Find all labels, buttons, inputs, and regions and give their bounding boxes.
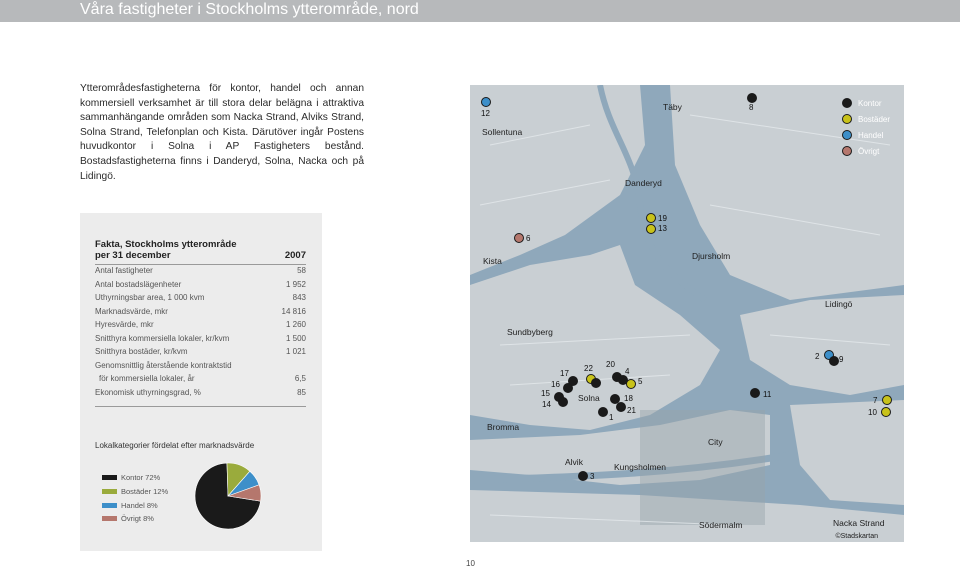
marker-kontor[interactable] [750,388,760,398]
legend-swatch [102,516,117,521]
place-danderyd: Danderyd [625,178,662,188]
legend-swatch [102,475,117,480]
legend-item-bostader: Bostäder 12% [102,487,168,496]
marker-label: 20 [606,360,615,369]
map-credit: ©Stadskartan [835,532,878,540]
marker-label: 11 [763,390,772,399]
place-sollentuna: Sollentuna [482,127,523,137]
fact-year: 2007 [284,250,306,261]
marker-ovrigt[interactable] [514,233,524,243]
place-kista: Kista [483,256,502,266]
marker-kontor[interactable] [829,356,839,366]
marker-label: 16 [551,380,560,389]
legend-item-kontor: Kontor 72% [102,473,160,482]
legend-swatch [102,503,117,508]
place-city: City [708,437,723,447]
fact-row: Hyresvärde, mkr 1 260 [95,320,306,329]
fact-heading-line1: Fakta, Stockholms ytterområde [95,239,237,250]
marker-label: 2 [815,352,820,361]
marker-label: 22 [584,364,593,373]
marker-bostader[interactable] [626,379,636,389]
marker-label: 7 [873,396,878,405]
fact-row: Antal bostadslägenheter 1 952 [95,280,306,289]
marker-kontor[interactable] [591,378,601,388]
place-nacka-strand: Nacka Strand [833,518,885,528]
marker-kontor[interactable] [616,402,626,412]
page-title: Våra fastigheter i Stockholms ytterområd… [80,1,419,18]
map-background: ©Stadskartan [470,85,904,542]
fact-rule-bottom [95,406,306,407]
intro-text: Ytterområdesfastigheterna för kontor, ha… [80,83,364,182]
category-pie-chart [194,462,262,530]
category-chart-title: Lokalkategorier fördelat efter marknadsv… [95,441,255,450]
marker-label: 21 [627,406,636,415]
marker-kontor[interactable] [598,407,608,417]
map-legend-ovrigt: Övrigt [842,143,890,159]
marker-label: 19 [658,214,667,223]
marker-label: 8 [749,103,754,112]
fact-row: Antal fastigheter 58 [95,266,306,275]
page-number: 10 [466,559,475,568]
marker-label: 17 [560,369,569,378]
place-alvik: Alvik [565,457,583,467]
fact-rule-top [95,264,306,265]
fact-row: Snitthyra bostäder, kr/kvm 1 021 [95,347,306,356]
marker-bostader[interactable] [646,213,656,223]
marker-label: 5 [638,377,643,386]
fact-row: Genomsnittlig återstående kontraktstid [95,361,232,370]
marker-kontor[interactable] [558,397,568,407]
legend-swatch [102,489,117,494]
marker-label: 13 [658,224,667,233]
map-legend-kontor: Kontor [842,95,890,111]
marker-kontor[interactable] [578,471,588,481]
marker-label: 6 [526,234,531,243]
title-bar: Våra fastigheter i Stockholms ytterområd… [0,0,960,22]
marker-label: 14 [542,400,551,409]
marker-label: 15 [541,389,550,398]
marker-handel[interactable] [481,97,491,107]
place-sodermalm: Södermalm [699,520,743,530]
map-legend-handel: Handel [842,127,890,143]
marker-label: 12 [481,109,490,118]
dot-kontor [842,98,852,108]
marker-kontor[interactable] [563,383,573,393]
marker-label: 4 [625,367,630,376]
place-kungsholmen: Kungsholmen [614,462,666,472]
dot-ovrigt [842,146,852,156]
property-map: ©Stadskartan Kontor Bostäder Handel Övri… [470,85,904,542]
map-legend-bostader: Bostäder [842,111,890,127]
marker-bostader[interactable] [882,395,892,405]
place-sundbyberg: Sundbyberg [507,327,553,337]
fact-row: Uthyrningsbar area, 1 000 kvm 843 [95,293,306,302]
place-taby: Täby [663,102,682,112]
fact-row: Snitthyra kommersiella lokaler, kr/kvm 1 … [95,334,306,343]
dot-handel [842,130,852,140]
legend-item-handel: Handel 8% [102,501,158,510]
marker-kontor[interactable] [747,93,757,103]
marker-label: 18 [624,394,633,403]
place-lidingo: Lidingö [825,299,853,309]
marker-label: 9 [839,355,844,364]
marker-bostader[interactable] [646,224,656,234]
marker-bostader[interactable] [881,407,891,417]
marker-label: 1 [609,413,614,422]
dot-bostader [842,114,852,124]
marker-label: 3 [590,472,595,481]
fact-row: Marknadsvärde, mkr 14 816 [95,307,306,316]
fact-heading: Fakta, Stockholms ytterområde per 31 dec… [95,239,306,261]
fact-row: för kommersiella lokaler, år 6,5 [99,374,306,383]
place-solna: Solna [578,393,600,403]
map-legend: Kontor Bostäder Handel Övrigt [842,95,890,159]
place-bromma: Bromma [487,422,520,432]
place-djursholm: Djursholm [692,251,731,261]
fact-heading-line2: per 31 december [95,250,171,261]
marker-label: 10 [868,408,877,417]
legend-item-ovrigt: Övrigt 8% [102,514,154,523]
fact-box: Fakta, Stockholms ytterområde per 31 dec… [80,213,322,551]
fact-row: Ekonomisk uthyrningsgrad, % 85 [95,388,306,397]
